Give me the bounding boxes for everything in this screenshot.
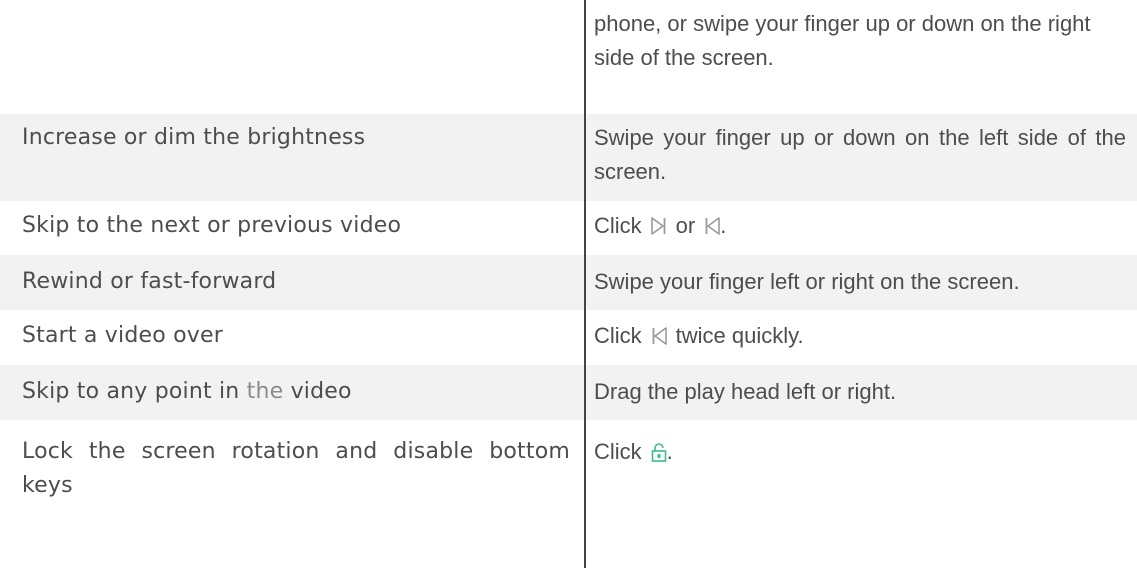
table-row: Skip to the next or previous video Click…: [0, 201, 1137, 255]
description-cell: phone, or swipe your finger up or down o…: [586, 0, 1137, 114]
action-text: Increase or dim the brightness: [22, 125, 366, 150]
action-cell: Lock the screen rotation and disable bot…: [0, 420, 584, 568]
action-cell: Rewind or fast-forward: [0, 255, 584, 310]
description-text: Click or.: [594, 209, 1126, 246]
twice-quickly-label: twice quickly.: [675, 323, 804, 348]
table-row: Skip to any point in the video Drag the …: [0, 365, 1137, 420]
lock-icon[interactable]: [651, 438, 667, 472]
column-divider: [584, 0, 586, 568]
action-text: Lock the screen rotation and disable bot…: [22, 439, 570, 498]
skip-previous-icon[interactable]: [651, 322, 667, 356]
description-text: Click twice quickly.: [594, 319, 1126, 356]
table-row: Lock the screen rotation and disable bot…: [0, 420, 1137, 568]
description-cell: Drag the play head left or right.: [586, 365, 1137, 420]
description-text: Swipe your finger left or right on the s…: [594, 269, 1020, 294]
action-text: Skip to any point in the video: [22, 375, 570, 409]
skip-previous-icon[interactable]: [704, 212, 721, 246]
or-label: or: [675, 213, 696, 238]
gesture-table: phone, or swipe your finger up or down o…: [0, 0, 1137, 568]
description-cell: Swipe your finger left or right on the s…: [586, 255, 1137, 310]
description-text: phone, or swipe your finger up or down o…: [594, 11, 1091, 70]
description-text: Swipe your finger up or down on the left…: [594, 125, 1126, 184]
description-cell: Click.: [586, 420, 1137, 568]
table-row: Increase or dim the brightness Swipe you…: [0, 114, 1137, 201]
click-label: Click: [594, 323, 642, 348]
action-cell: Start a video over: [0, 310, 584, 365]
action-text-part: video: [290, 379, 352, 404]
description-text: Drag the play head left or right.: [594, 379, 897, 404]
description-cell: Click or.: [586, 201, 1137, 255]
click-label: Click: [594, 439, 642, 464]
action-cell: Skip to the next or previous video: [0, 201, 584, 255]
action-cell: Skip to any point in the video: [0, 365, 584, 420]
table-row: Rewind or fast-forward Swipe your finger…: [0, 255, 1137, 310]
description-cell: Click twice quickly.: [586, 310, 1137, 365]
table-row: Start a video over Click twice quickly.: [0, 310, 1137, 365]
action-text-part: Skip to any point in: [22, 379, 240, 404]
period: .: [666, 439, 673, 464]
action-text: Skip to the next or previous video: [22, 213, 402, 238]
description-text: Click.: [594, 435, 1126, 472]
description-cell: Swipe your finger up or down on the left…: [586, 114, 1137, 201]
click-label: Click: [594, 213, 642, 238]
action-text: Start a video over: [22, 323, 223, 348]
action-text-the: the: [246, 379, 284, 404]
action-cell: Increase or dim the brightness: [0, 114, 584, 201]
period: .: [720, 213, 727, 238]
action-cell: [0, 0, 584, 114]
action-text: Rewind or fast-forward: [22, 269, 277, 294]
table-row: phone, or swipe your finger up or down o…: [0, 0, 1137, 114]
skip-next-icon[interactable]: [650, 212, 667, 246]
